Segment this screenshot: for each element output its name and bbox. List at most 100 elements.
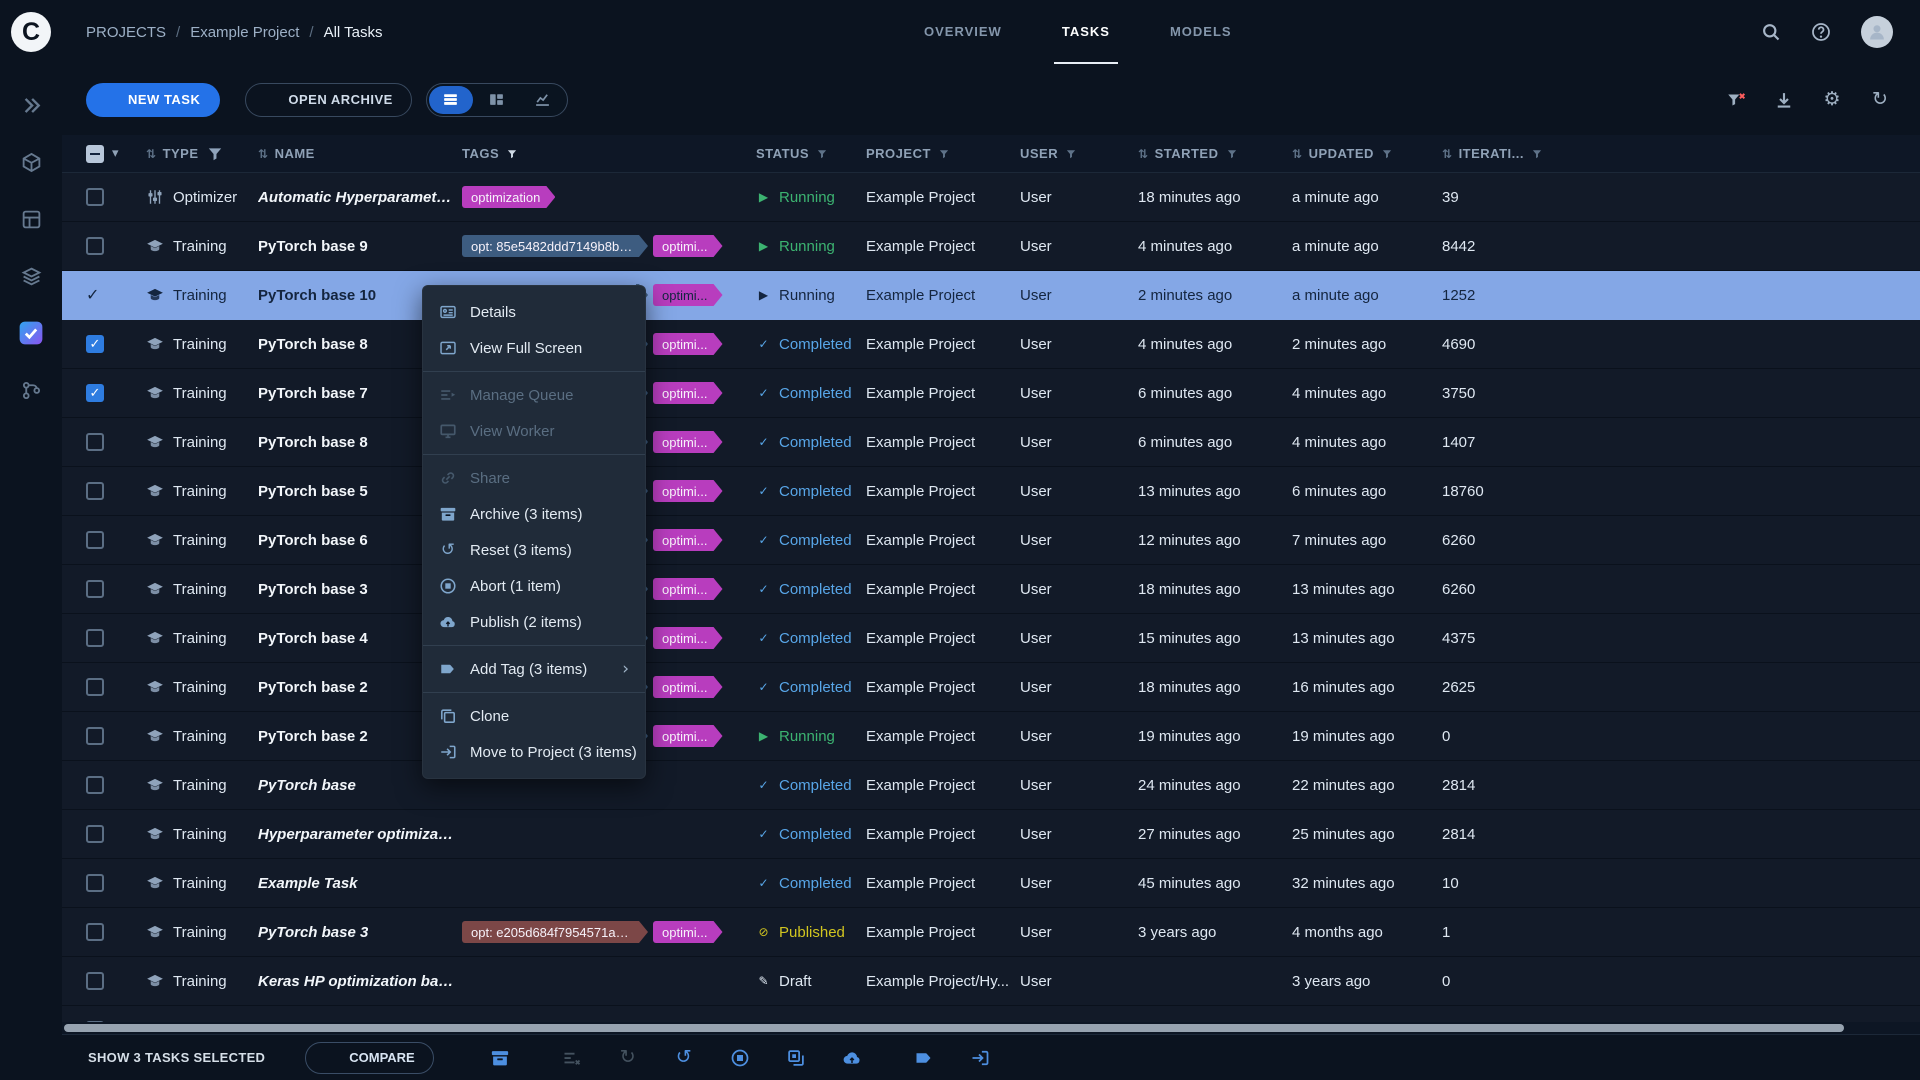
task-row[interactable]: TrainingHyperparameter optimizati...✓Com… [62,810,1920,859]
menu-item-details[interactable]: Details [423,294,645,330]
row-checkbox[interactable] [86,727,104,745]
column-header-user[interactable]: USER [1020,146,1138,161]
new-task-button[interactable]: NEW TASK [86,83,220,117]
clear-filters-icon[interactable] [1726,90,1746,110]
split-view-button[interactable] [475,86,519,114]
tab-overview[interactable]: OVERVIEW [916,0,1010,64]
row-check-icon[interactable]: ✓ [86,287,99,303]
breadcrumb-item[interactable]: All Tasks [324,24,383,41]
task-row[interactable]: TrainingPyTorch base 5optimi...✓Complete… [62,467,1920,516]
add-tag-icon[interactable] [914,1048,934,1068]
filter-icon[interactable] [816,148,828,160]
row-checkbox[interactable] [86,482,104,500]
task-row[interactable]: ✓TrainingPyTorch base 10optimi...▶Runnin… [62,271,1920,320]
breadcrumb-item[interactable]: PROJECTS [86,24,166,41]
tab-models[interactable]: MODELS [1162,0,1240,64]
menu-item-label: Clone [470,708,509,725]
row-checkbox[interactable] [86,629,104,647]
row-checkbox[interactable] [86,825,104,843]
row-checkbox[interactable] [86,237,104,255]
horizontal-scrollbar-thumb[interactable] [64,1024,1844,1032]
task-row[interactable]: TrainingPyTorch base 4optimi...✓Complete… [62,614,1920,663]
task-row[interactable]: ✓TrainingPyTorch base 7optimi...✓Complet… [62,369,1920,418]
search-icon[interactable] [1761,22,1781,42]
sidebar-item-projects-board[interactable] [18,206,44,232]
filter-icon[interactable] [938,148,950,160]
filter-icon[interactable] [206,145,224,163]
task-row[interactable]: TrainingPyTorch base✓CompletedExample Pr… [62,761,1920,810]
select-all-checkbox[interactable] [86,145,104,163]
column-header-type[interactable]: ⇅TYPE [146,145,258,163]
row-checkbox[interactable] [86,433,104,451]
sidebar-item-experiments[interactable] [18,320,44,346]
row-checkbox-checked[interactable]: ✓ [86,384,104,402]
task-row[interactable]: TrainingExample Task✓CompletedExample Pr… [62,859,1920,908]
task-row[interactable]: TrainingPyTorch base 9opt: 85e5482ddd714… [62,222,1920,271]
menu-item-abort-1-item[interactable]: Abort (1 item) [423,568,645,604]
column-header-tags[interactable]: TAGS [462,146,756,161]
column-header-started[interactable]: ⇅STARTED [1138,146,1292,161]
auto-refresh-icon[interactable]: ↻ [1870,90,1890,110]
filter-icon[interactable] [1065,148,1077,160]
sidebar-item-datasets[interactable] [18,149,44,175]
row-checkbox[interactable] [86,531,104,549]
main-tabs: OVERVIEW TASKS MODELS [916,0,1240,64]
chart-view-button[interactable] [521,86,565,114]
filter-icon[interactable] [1531,148,1543,160]
archive-icon[interactable] [490,1048,510,1068]
show-selected-toggle[interactable]: SHOW 3 TASKS SELECTED [88,1050,265,1065]
tab-tasks[interactable]: TASKS [1054,0,1118,64]
sidebar-item-reports[interactable] [18,263,44,289]
move-to-project-icon[interactable] [970,1048,990,1068]
abort-icon[interactable] [730,1048,750,1068]
abort-all-children-icon[interactable] [786,1048,806,1068]
task-row[interactable]: TrainingKeras HP optimization base✎Draft… [62,957,1920,1006]
publish-icon[interactable] [842,1048,862,1068]
reset-icon[interactable]: ↺ [674,1048,694,1068]
help-icon[interactable] [1811,22,1831,42]
row-checkbox[interactable] [86,776,104,794]
column-header-updated[interactable]: ⇅UPDATED [1292,146,1442,161]
menu-item-publish-2-items[interactable]: Publish (2 items) [423,604,645,640]
select-all-caret[interactable]: ▾ [112,147,119,160]
column-header-status[interactable]: STATUS [756,146,866,161]
row-checkbox[interactable] [86,678,104,696]
menu-item-clone[interactable]: Clone [423,698,645,734]
sidebar-item-getting-started[interactable] [18,92,44,118]
open-archive-button[interactable]: OPEN ARCHIVE [245,83,411,117]
breadcrumb-item[interactable]: Example Project [190,24,299,41]
column-header-iterati[interactable]: ⇅ITERATI... [1442,146,1562,161]
sidebar-item-workers-queues[interactable] [18,377,44,403]
avatar[interactable] [1861,16,1893,48]
task-row[interactable]: TrainingExample Experiment 2✓CompletedEx… [62,1006,1920,1022]
settings-icon[interactable]: ⚙ [1822,90,1842,110]
menu-item-add-tag-3-items[interactable]: Add Tag (3 items)› [423,651,645,687]
task-row[interactable]: ✓TrainingPyTorch base 8optimi...✓Complet… [62,320,1920,369]
filter-icon[interactable] [506,148,518,160]
column-header-project[interactable]: PROJECT [866,146,1020,161]
task-row[interactable]: TrainingPyTorch base 2optimi...✓Complete… [62,663,1920,712]
task-row[interactable]: TrainingPyTorch base 3opt: e205d684f7954… [62,908,1920,957]
menu-item-view-full-screen[interactable]: View Full Screen [423,330,645,366]
row-checkbox[interactable] [86,874,104,892]
row-checkbox[interactable] [86,188,104,206]
row-checkbox[interactable] [86,580,104,598]
task-row[interactable]: TrainingPyTorch base 8optimi...✓Complete… [62,418,1920,467]
row-checkbox[interactable] [86,972,104,990]
row-checkbox[interactable] [86,923,104,941]
menu-item-reset-3-items[interactable]: ↺Reset (3 items) [423,532,645,568]
menu-item-archive-3-items[interactable]: Archive (3 items) [423,496,645,532]
task-row[interactable]: TrainingPyTorch base 6optimi...✓Complete… [62,516,1920,565]
task-row[interactable]: TrainingPyTorch base 2optimi...▶RunningE… [62,712,1920,761]
clearml-logo[interactable]: C [11,12,51,52]
task-row[interactable]: OptimizerAutomatic Hyperparamete...optim… [62,173,1920,222]
column-header-name[interactable]: ⇅NAME [258,146,462,161]
filter-icon[interactable] [1226,148,1238,160]
row-checkbox-checked[interactable]: ✓ [86,335,104,353]
table-view-button[interactable] [429,86,473,114]
filter-icon[interactable] [1381,148,1393,160]
compare-button[interactable]: COMPARE [305,1042,433,1074]
task-row[interactable]: TrainingPyTorch base 3optimi...✓Complete… [62,565,1920,614]
download-icon[interactable] [1774,90,1794,110]
menu-item-move-to-project-3-items[interactable]: Move to Project (3 items) [423,734,645,770]
